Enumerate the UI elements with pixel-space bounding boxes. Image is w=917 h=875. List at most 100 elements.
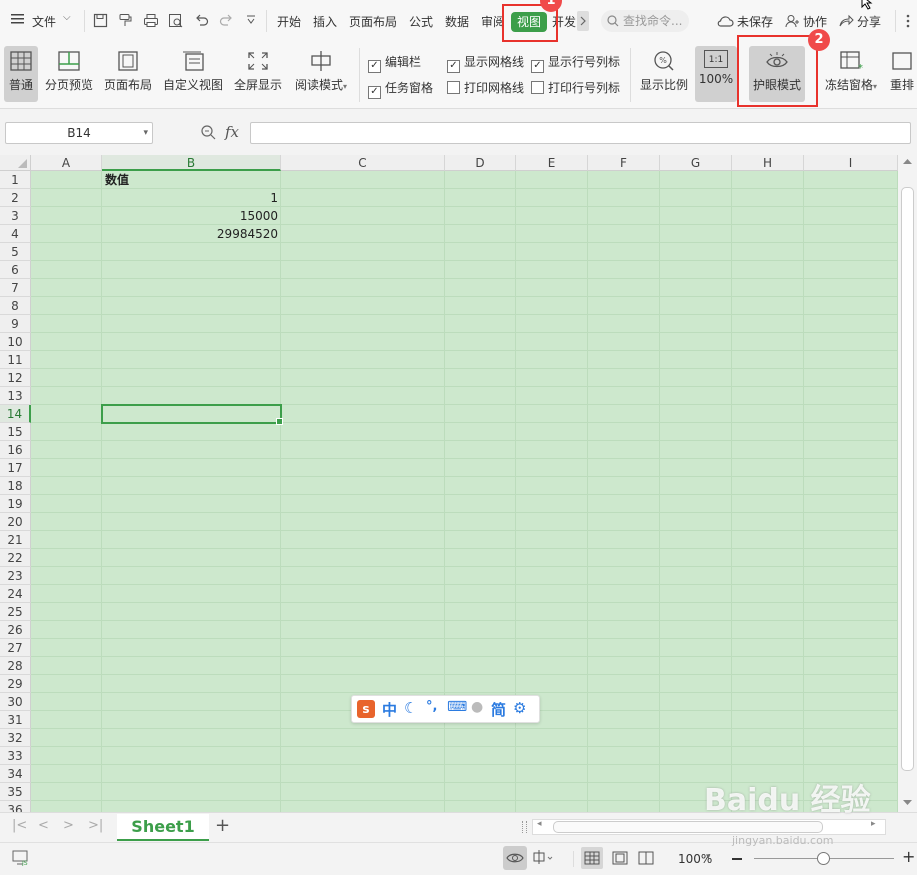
- row-header-20[interactable]: 20: [0, 513, 31, 531]
- dropdown-arrow-icon[interactable]: ▾: [873, 82, 877, 91]
- tab-insert[interactable]: 插入: [313, 13, 337, 30]
- input-method-icon[interactable]: [532, 850, 554, 866]
- row-header-29[interactable]: 29: [0, 675, 31, 693]
- fill-handle[interactable]: [276, 418, 283, 425]
- print-preview-icon[interactable]: [168, 13, 184, 28]
- keyboard-icon[interactable]: ⌨: [447, 699, 467, 715]
- undo-icon[interactable]: [194, 13, 209, 28]
- eye-mode-status-icon[interactable]: [503, 846, 527, 870]
- scroll-thumb[interactable]: [901, 187, 914, 771]
- normal-view-button[interactable]: 普通: [4, 46, 38, 102]
- custom-view-button[interactable]: 自定义视图: [160, 46, 226, 102]
- spreadsheet-grid[interactable]: ABCDEFGHI 1 2 3 4 5 6 7 8 9 10 11 12 13 14 15 16 17 18 19 2…: [0, 155, 898, 812]
- checkbox-checked-icon[interactable]: ✓: [368, 60, 381, 73]
- row-header-26[interactable]: 26: [0, 621, 31, 639]
- chevron-down-icon[interactable]: ▾: [143, 123, 148, 143]
- row-header-12[interactable]: 12: [0, 369, 31, 387]
- row-header-17[interactable]: 17: [0, 459, 31, 477]
- row-header-4[interactable]: 4: [0, 225, 31, 243]
- tab-split-handle[interactable]: [522, 821, 527, 833]
- row-header-31[interactable]: 31: [0, 711, 31, 729]
- chevron-down-icon[interactable]: ⌵: [63, 12, 71, 23]
- file-menu[interactable]: 文件: [32, 13, 56, 30]
- reading-mode-button[interactable]: 阅读模式▾: [290, 46, 352, 102]
- row-header-11[interactable]: 11: [0, 351, 31, 369]
- checkbox-unchecked-icon[interactable]: [531, 81, 544, 94]
- row-header-18[interactable]: 18: [0, 477, 31, 495]
- row-header-36[interactable]: 36: [0, 801, 31, 812]
- chinese-input-toggle[interactable]: 中: [382, 699, 397, 720]
- row-header-19[interactable]: 19: [0, 495, 31, 513]
- punctuation-icon[interactable]: °,: [426, 699, 437, 714]
- row-header-28[interactable]: 28: [0, 657, 31, 675]
- scroll-right-arrow-icon[interactable]: ▸: [871, 819, 876, 829]
- checkbox-unchecked-icon[interactable]: [447, 81, 460, 94]
- quick-access-dropdown-icon[interactable]: [246, 14, 256, 26]
- cell-b4[interactable]: 29984520: [102, 225, 281, 243]
- active-cell-b14[interactable]: [101, 404, 283, 425]
- prev-sheet-icon[interactable]: <: [38, 818, 49, 833]
- save-icon[interactable]: [93, 13, 108, 28]
- row-header-24[interactable]: 24: [0, 585, 31, 603]
- first-sheet-icon[interactable]: |<: [12, 818, 27, 833]
- cell-b3[interactable]: 15000: [102, 207, 281, 225]
- row-header-13[interactable]: 13: [0, 387, 31, 405]
- cell-b1[interactable]: 数值: [102, 171, 281, 189]
- settings-gear-icon[interactable]: ⚙: [513, 699, 526, 717]
- last-sheet-icon[interactable]: >|: [88, 818, 103, 833]
- tab-data[interactable]: 数据: [445, 13, 469, 30]
- row-header-23[interactable]: 23: [0, 567, 31, 585]
- horizontal-scrollbar[interactable]: ◂ ▸: [532, 819, 886, 835]
- zoom-search-icon[interactable]: [200, 124, 216, 140]
- tabs-scroll-right-button[interactable]: [577, 11, 589, 31]
- freeze-panes-button[interactable]: * 冻结窗格▾: [820, 46, 882, 102]
- dropdown-arrow-icon[interactable]: ▾: [343, 82, 347, 91]
- unsaved-status[interactable]: 未保存: [737, 13, 773, 30]
- normal-view-status-icon[interactable]: [581, 847, 603, 869]
- share-button[interactable]: 分享: [857, 13, 881, 30]
- zoom-100-button[interactable]: 1:1 100%: [695, 46, 737, 102]
- row-header-5[interactable]: 5: [0, 243, 31, 261]
- page-break-preview-button[interactable]: 分页预览: [42, 46, 96, 102]
- column-header-d[interactable]: D: [445, 155, 516, 171]
- scroll-left-arrow-icon[interactable]: ◂: [537, 819, 542, 829]
- print-icon[interactable]: [143, 13, 159, 28]
- full-screen-button[interactable]: 全屏显示: [231, 46, 285, 102]
- format-painter-icon[interactable]: [118, 13, 133, 28]
- row-header-30[interactable]: 30: [0, 693, 31, 711]
- scroll-down-arrow-icon[interactable]: [903, 800, 912, 806]
- print-gridlines-checkbox[interactable]: 打印网格线: [447, 79, 524, 96]
- show-headings-checkbox[interactable]: ✓ 显示行号列标: [531, 53, 620, 73]
- hamburger-menu-icon[interactable]: [10, 12, 26, 26]
- column-header-h[interactable]: H: [732, 155, 804, 171]
- rearrange-windows-button[interactable]: 重排: [887, 46, 917, 102]
- page-layout-status-icon[interactable]: [609, 847, 631, 869]
- row-header-35[interactable]: 35: [0, 783, 31, 801]
- chevron-down-icon[interactable]: ▾: [706, 852, 711, 862]
- horizontal-scroll-thumb[interactable]: [553, 821, 823, 833]
- cell-b2[interactable]: 1: [102, 189, 281, 207]
- checkbox-checked-icon[interactable]: ✓: [447, 60, 460, 73]
- row-header-8[interactable]: 8: [0, 297, 31, 315]
- zoom-in-icon[interactable]: +: [902, 847, 915, 866]
- row-header-6[interactable]: 6: [0, 261, 31, 279]
- row-header-15[interactable]: 15: [0, 423, 31, 441]
- row-header-3[interactable]: 3: [0, 207, 31, 225]
- vertical-scrollbar[interactable]: [898, 155, 917, 812]
- tab-home[interactable]: 开始: [277, 13, 301, 30]
- add-sheet-button[interactable]: +: [215, 815, 230, 836]
- name-box[interactable]: B14 ▾: [5, 122, 153, 144]
- formula-input[interactable]: [250, 122, 911, 144]
- row-header-10[interactable]: 10: [0, 333, 31, 351]
- row-header-34[interactable]: 34: [0, 765, 31, 783]
- row-header-22[interactable]: 22: [0, 549, 31, 567]
- column-header-e[interactable]: E: [516, 155, 588, 171]
- column-header-i[interactable]: I: [804, 155, 898, 171]
- row-header-14[interactable]: 14: [0, 405, 31, 423]
- formula-bar-checkbox[interactable]: ✓ 编辑栏: [368, 53, 421, 73]
- zoom-button[interactable]: % 显示比例: [638, 46, 690, 102]
- simplified-chinese-toggle[interactable]: 简: [491, 699, 506, 720]
- row-header-21[interactable]: 21: [0, 531, 31, 549]
- more-icon[interactable]: [906, 13, 910, 29]
- zoom-out-icon[interactable]: [732, 858, 742, 860]
